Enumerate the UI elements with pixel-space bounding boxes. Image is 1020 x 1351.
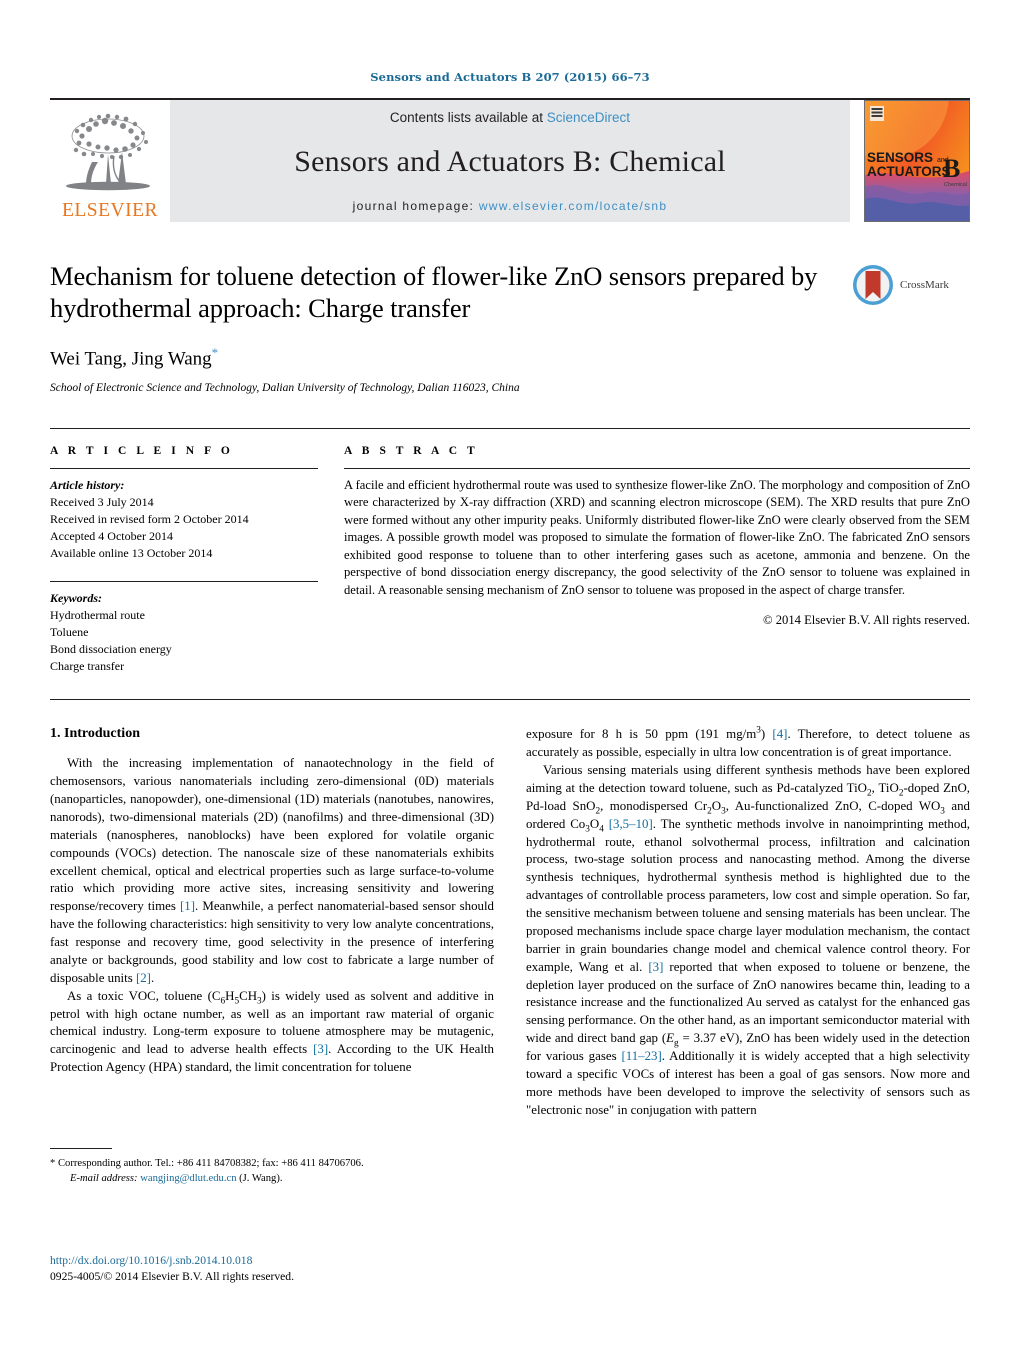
crossmark-icon[interactable]: [852, 264, 894, 306]
article-history-label: Article history:: [50, 477, 125, 492]
intro-paragraph-3: exposure for 8 h is 50 ppm (191 mg/m3) […: [526, 726, 971, 760]
affiliation: School of Electronic Science and Technol…: [50, 381, 520, 394]
crossmark-label: CrossMark: [900, 279, 949, 291]
article-info-rule: [50, 467, 318, 469]
intro-paragraph-4: Various sensing materials using differen…: [526, 763, 971, 1117]
keywords-rule: [50, 581, 318, 583]
page-title: Mechanism for toluene detection of flowe…: [50, 261, 818, 324]
keyword-item-1: Toluene: [50, 625, 89, 640]
corresponding-author-note: * Corresponding author. Tel.: +86 411 84…: [50, 1156, 490, 1187]
imprint-block: http://dx.doi.org/10.1016/j.snb.2014.10.…: [50, 1253, 490, 1284]
keyword-item-0: Hydrothermal route: [50, 608, 145, 623]
body-column-right: exposure for 8 h is 50 ppm (191 mg/m3) […: [526, 726, 970, 1119]
intro-paragraph-2: As a toxic VOC, toluene (C6H5CH3) is wid…: [50, 988, 494, 1075]
svg-text:ACTUATORS: ACTUATORS: [867, 164, 951, 179]
citation-3[interactable]: [3]: [313, 1042, 328, 1056]
email-suffix: (J. Wang).: [239, 1173, 283, 1185]
elsevier-logo: ELSEVIER: [50, 100, 170, 222]
running-head: Sensors and Actuators B 207 (2015) 66–73: [370, 70, 650, 84]
journal-masthead: ELSEVIER Contents lists available at Sci…: [50, 98, 970, 222]
title-block: Mechanism for toluene detection of flowe…: [50, 260, 970, 394]
article-history-item-3: Available online 13 October 2014: [50, 546, 213, 561]
crossmark-badge[interactable]: CrossMark: [852, 262, 970, 308]
keyword-item-2: Bond dissociation energy: [50, 642, 172, 657]
contents-prefix: Contents lists available at: [389, 110, 544, 125]
corresponding-author-marker[interactable]: *: [212, 345, 219, 360]
abstract-text: A facile and efficient hydrothermal rout…: [344, 477, 970, 597]
contents-list-line: Contents lists available at ScienceDirec…: [170, 110, 850, 125]
issn-copyright-line: 0925-4005/© 2014 Elsevier B.V. All right…: [50, 1269, 294, 1283]
elsevier-tree-icon: [66, 113, 150, 190]
footnote-block: * Corresponding author. Tel.: +86 411 84…: [50, 1148, 490, 1187]
body-columns: 1. Introduction With the increasing impl…: [50, 726, 970, 1119]
elsevier-wordmark: ELSEVIER: [61, 199, 159, 221]
footnote-rule: [50, 1148, 112, 1149]
keyword-item-3: Charge transfer: [50, 659, 125, 674]
author-names: Wei Tang, Jing Wang: [50, 347, 212, 369]
svg-text:Chemical: Chemical: [944, 182, 967, 188]
article-page: Sensors and Actuators B 207 (2015) 66–73: [0, 0, 1020, 1351]
journal-title: Sensors and Actuators B: Chemical: [294, 145, 726, 178]
citation-3-5-10[interactable]: [3,5–10]: [609, 817, 653, 831]
article-history-item-2: Accepted 4 October 2014: [50, 529, 173, 544]
article-history-item-1: Received in revised form 2 October 2014: [50, 512, 249, 527]
author-list: Wei Tang, Jing Wang*: [50, 345, 970, 370]
citation-3b[interactable]: [3]: [648, 960, 663, 974]
abstract-copyright: © 2014 Elsevier B.V. All rights reserved…: [763, 613, 970, 628]
journal-homepage-line: journal homepage: www.elsevier.com/locat…: [170, 199, 850, 213]
article-info-heading: A R T I C L E I N F O: [50, 444, 234, 457]
citation-1[interactable]: [1]: [180, 899, 195, 913]
homepage-url-link[interactable]: www.elsevier.com/locate/snb: [479, 199, 668, 213]
keywords-label: Keywords:: [50, 591, 102, 606]
svg-text:B: B: [943, 154, 960, 183]
footnote-star: *: [50, 1158, 56, 1169]
masthead-center: Contents lists available at ScienceDirec…: [170, 100, 850, 222]
section-divider: [50, 699, 970, 701]
homepage-prefix: journal homepage:: [352, 199, 475, 213]
doi-link[interactable]: http://dx.doi.org/10.1016/j.snb.2014.10.…: [50, 1253, 490, 1269]
body-column-left: 1. Introduction With the increasing impl…: [50, 726, 494, 1119]
email-label: E-mail address:: [70, 1173, 138, 1185]
citation-11-23[interactable]: [11–23]: [621, 1049, 661, 1063]
footnote-text: Corresponding author. Tel.: +86 411 8470…: [57, 1158, 364, 1169]
abstract-column: A B S T R A C T A facile and efficient h…: [344, 445, 970, 675]
intro-paragraph-1: With the increasing implementation of na…: [50, 756, 495, 985]
article-info-column: A R T I C L E I N F O Article history: R…: [50, 445, 318, 675]
citation-2[interactable]: [2]: [136, 971, 151, 985]
journal-cover-thumbnail[interactable]: SENSORS and ACTUATORS B Chemical: [864, 100, 970, 222]
email-link[interactable]: wangjing@dlut.edu.cn: [140, 1173, 236, 1184]
citation-4[interactable]: [4]: [772, 727, 787, 741]
sciencedirect-link[interactable]: ScienceDirect: [547, 110, 630, 125]
introduction-heading: 1. Introduction: [50, 726, 140, 742]
article-history-item-0: Received 3 July 2014: [50, 495, 154, 510]
info-abstract-section: A R T I C L E I N F O Article history: R…: [50, 427, 970, 675]
svg-text:SENSORS: SENSORS: [867, 150, 933, 165]
abstract-rule: [344, 467, 970, 469]
abstract-heading: A B S T R A C T: [344, 444, 479, 457]
